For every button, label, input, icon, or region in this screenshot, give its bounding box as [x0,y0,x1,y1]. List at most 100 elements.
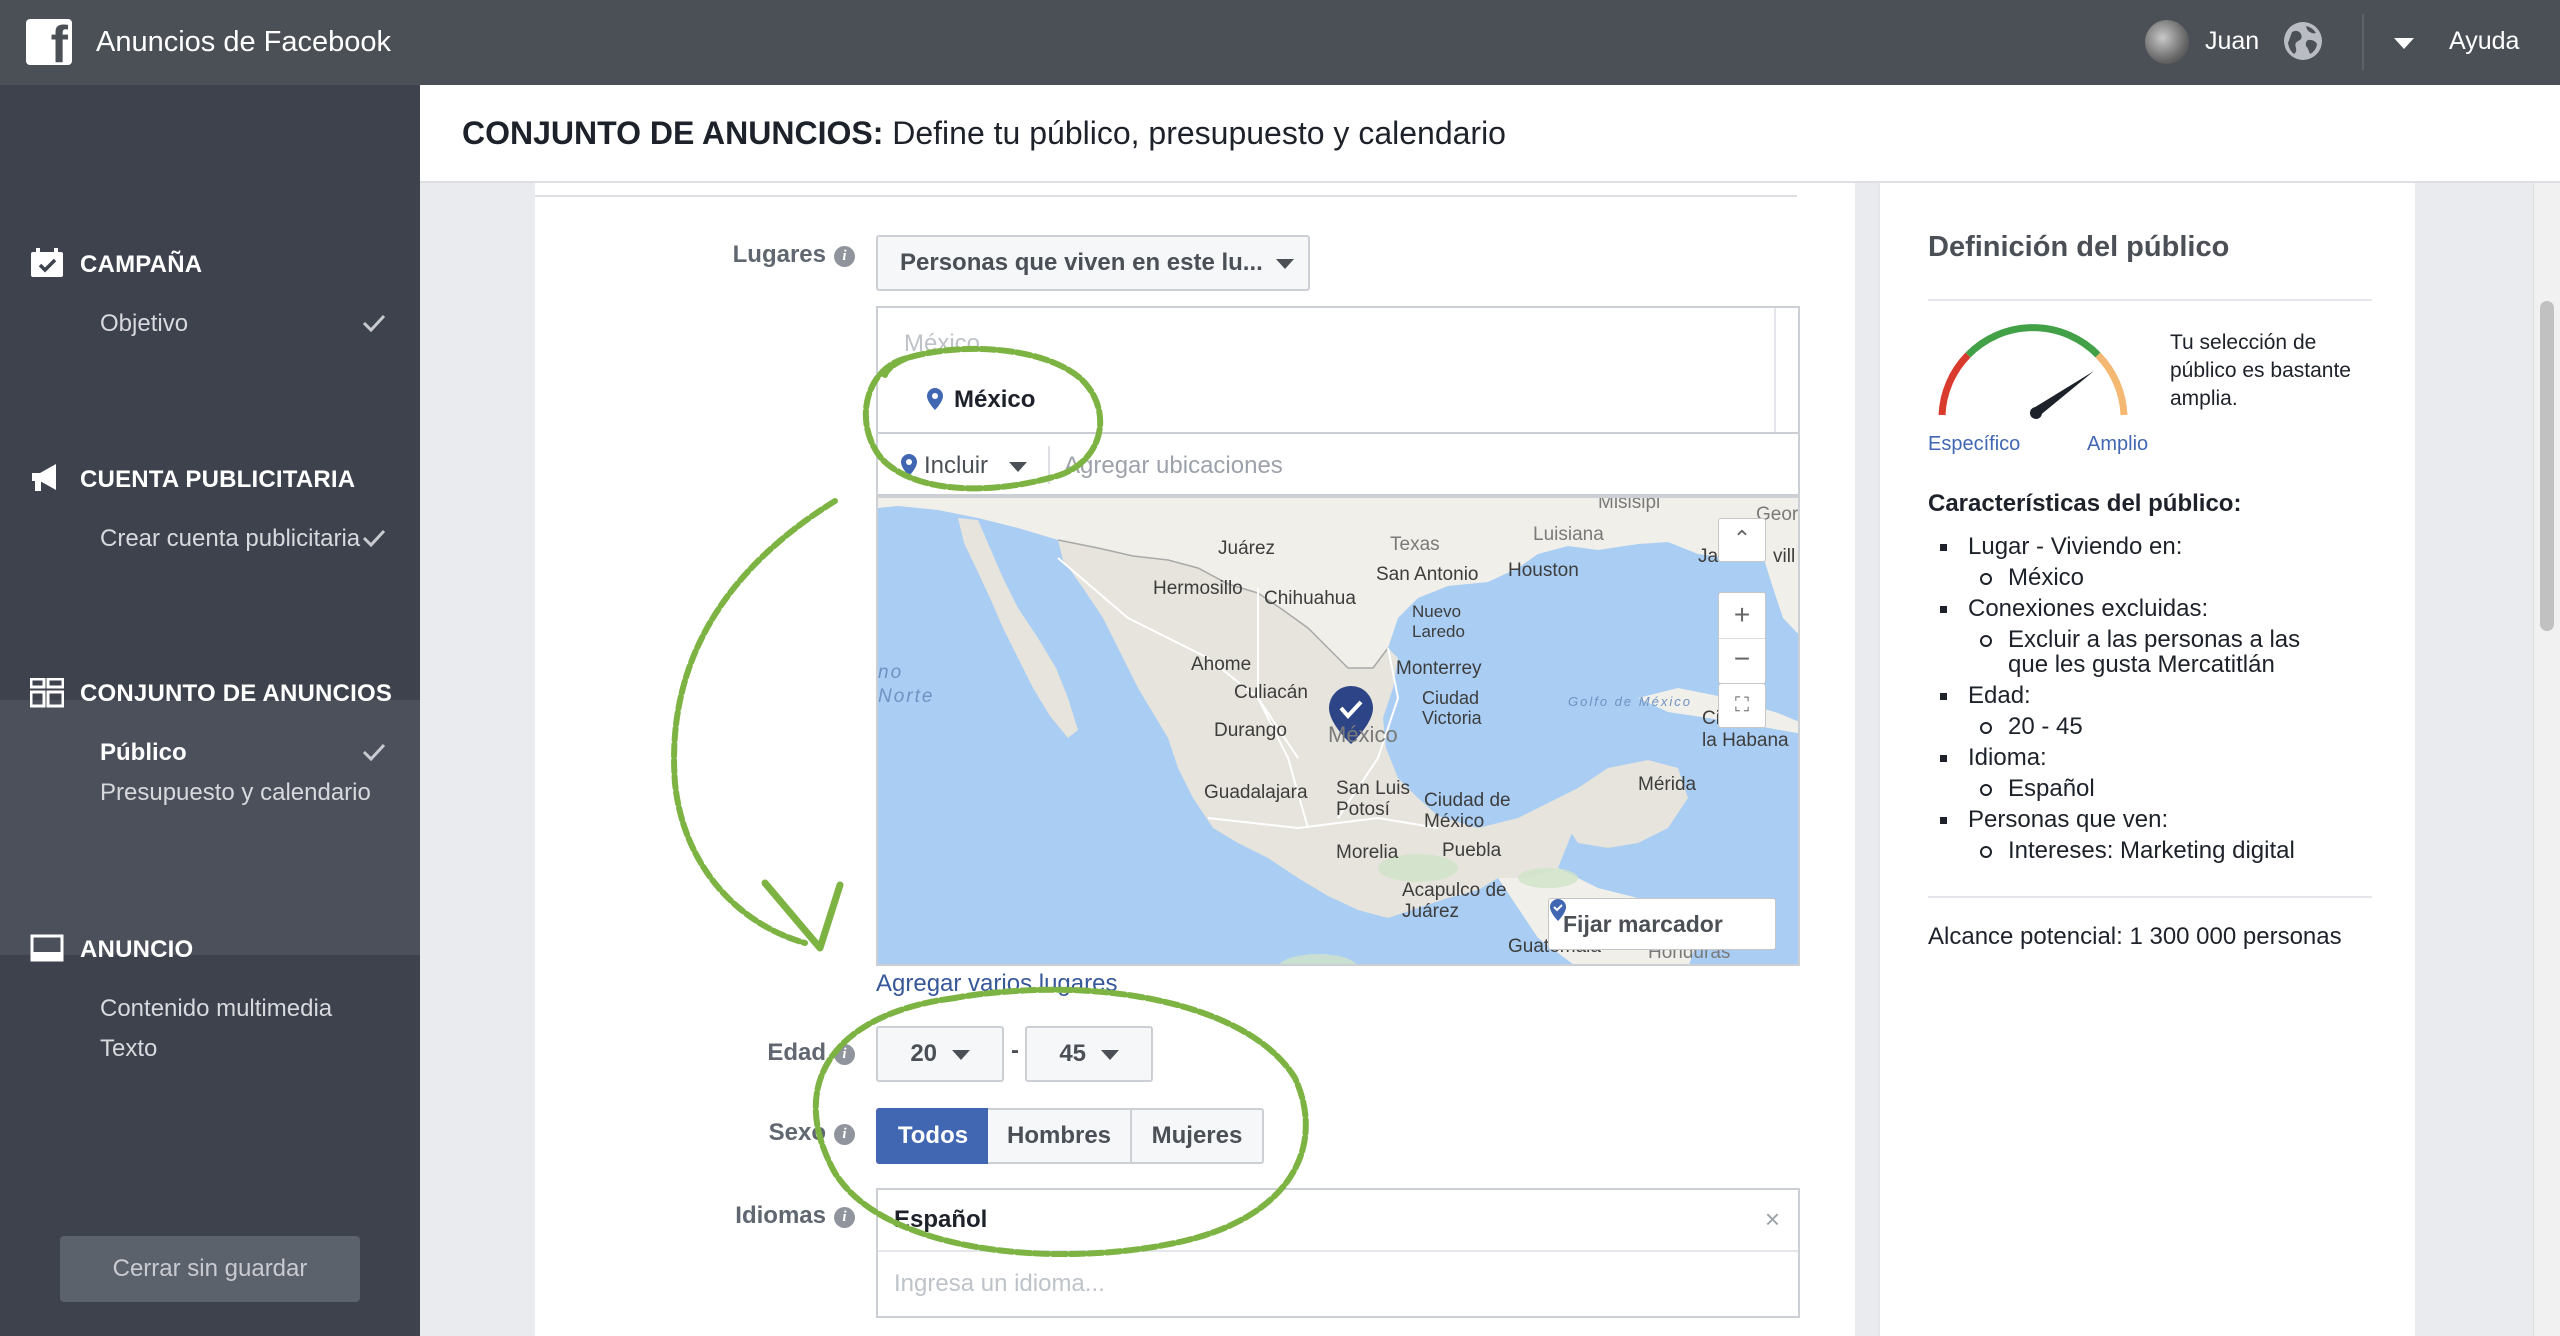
close-without-saving-button[interactable]: Cerrar sin guardar [60,1236,360,1302]
sidebar-section-anuncio[interactable]: ANUNCIO [80,936,193,964]
sidebar-item-crear-cuenta[interactable]: Crear cuenta publicitaria [100,525,360,553]
info-icon[interactable]: i [834,1044,855,1065]
fullscreen-icon[interactable]: ⛶ [1718,684,1766,728]
app-title[interactable]: Anuncios de Facebook [96,26,391,59]
gender-option-mujeres[interactable]: Mujeres [1130,1108,1264,1164]
language-chip[interactable]: Español [894,1206,987,1234]
map-label: Mérida [1638,774,1697,795]
locations-scrollbar[interactable] [1774,308,1798,434]
main-form: Lugares i Personas que viven en este lu..… [535,183,1855,1336]
info-icon[interactable]: i [834,1207,855,1228]
grid-icon [30,678,64,708]
languages-field: Español × Ingresa un idioma... [876,1188,1800,1318]
map-scroll-up-button[interactable]: ⌃ [1718,518,1766,562]
sidebar-section-cuenta[interactable]: CUENTA PUBLICITARIA [80,466,355,494]
zoom-out-button[interactable]: − [1719,639,1765,683]
list-item: Personas que ven: [1928,804,2338,835]
map-label: Culiacán [1234,682,1308,703]
top-bar: f Anuncios de Facebook Juan Ayuda [0,0,2560,85]
sidebar: CAMPAÑA Objetivo CUENTA PUBLICITARIA Cre… [0,85,420,1336]
sidebar-item-objetivo[interactable]: Objetivo [100,310,188,338]
list-item: Excluir a las personas a las que les gus… [1928,624,2338,680]
gender-option-hombres[interactable]: Hombres [988,1108,1132,1164]
age-label: Edad i [695,1039,855,1067]
scroll-thumb[interactable] [2540,301,2554,631]
divider [1928,299,2372,301]
topbar-divider [2362,14,2364,70]
add-multiple-locations-link[interactable]: Agregar varios lugares [876,970,1117,998]
sidebar-item-presupuesto[interactable]: Presupuesto y calendario [100,779,371,807]
map-label: México [1328,722,1398,747]
selected-location[interactable]: México [926,386,1035,414]
divider [1928,896,2372,898]
map-label: Texas [1390,534,1440,555]
page-title-bold: CONJUNTO DE ANUNCIOS: [462,115,884,151]
map-label: San Antonio [1376,564,1479,585]
help-link[interactable]: Ayuda [2449,27,2519,56]
audience-gauge-icon [1938,324,2128,419]
globe-icon[interactable] [2282,20,2324,62]
list-item: Español [1928,773,2338,804]
megaphone-icon [32,464,56,491]
map-label: Misisipi [1598,496,1661,513]
list-item: México [1928,562,2338,593]
gauge-label-specific: Específico [1928,433,2021,455]
include-row: Incluir Agregar ubicaciones [876,432,1800,496]
audience-title: Definición del público [1928,231,2230,263]
list-item: Intereses: Marketing digital [1928,835,2338,866]
gauge-description: Tu selección de público es bastante ampl… [2170,331,2351,410]
page-header: CONJUNTO DE ANUNCIOS: Define tu público,… [420,85,2560,183]
language-input[interactable]: Ingresa un idioma... [894,1270,1105,1298]
calendar-check-icon [31,248,63,277]
facebook-logo-icon[interactable]: f [26,19,72,65]
map-label: Ciudad Victoria [1422,688,1482,728]
fix-marker-button[interactable]: Fijar marcador [1548,898,1776,950]
gender-option-todos[interactable]: Todos [876,1108,990,1164]
map-zoom-control: + − [1718,592,1766,684]
sidebar-item-texto[interactable]: Texto [100,1035,157,1063]
map-label: Juárez [1218,538,1276,559]
list-item: 20 - 45 [1928,711,2338,742]
location-map[interactable]: Juárez Texas Luisiana Misisipi Georg Ja … [876,496,1800,966]
chevron-down-icon [1276,259,1294,269]
include-select[interactable]: Incluir [900,452,1027,480]
user-name[interactable]: Juan [2205,27,2259,56]
map-label: Morelia [1336,842,1399,863]
map-label: Nuevo Laredo [1412,602,1465,641]
sidebar-item-publico[interactable]: Público [100,739,187,767]
locations-type-select[interactable]: Personas que viven en este lu... [876,235,1310,291]
zoom-in-button[interactable]: + [1719,593,1765,639]
sidebar-section-campana[interactable]: CAMPAÑA [80,251,202,279]
list-item: Conexiones excluidas: [1928,593,2338,624]
map-pin-icon [1550,899,1566,921]
location-ghost-text: México [904,330,981,357]
add-locations-input[interactable]: Agregar ubicaciones [1064,452,1283,480]
sidebar-section-conjunto[interactable]: CONJUNTO DE ANUNCIOS [80,680,392,708]
locations-list: México México [876,306,1800,434]
sidebar-item-contenido[interactable]: Contenido multimedia [100,995,332,1023]
map-pin-icon [901,454,917,476]
page-scrollbar[interactable] [2533,183,2560,1336]
divider [878,1250,1798,1252]
close-icon[interactable]: × [1765,1204,1780,1235]
info-icon[interactable]: i [834,1124,855,1145]
chevron-down-icon[interactable] [2394,38,2414,49]
map-label: vill [1773,546,1796,567]
check-icon [362,743,386,761]
map-label: Guadalajara [1204,782,1308,803]
info-icon[interactable]: i [834,246,855,267]
gender-label: Sexo i [695,1119,855,1147]
age-max-select[interactable]: 45 [1025,1026,1153,1082]
age-min-select[interactable]: 20 [876,1026,1004,1082]
map-label: Golfo de México [1568,694,1692,709]
list-item: Edad: [1928,680,2338,711]
monitor-icon [30,934,64,962]
locations-label: Lugares i [695,241,855,269]
map-label: Houston [1508,560,1579,581]
map-label: no [878,662,904,683]
map-label: Chihuahua [1264,588,1356,609]
avatar[interactable] [2145,20,2189,64]
sidebar-active-section [0,700,420,955]
languages-label: Idiomas i [655,1202,855,1230]
map-label: Ja [1698,546,1719,567]
